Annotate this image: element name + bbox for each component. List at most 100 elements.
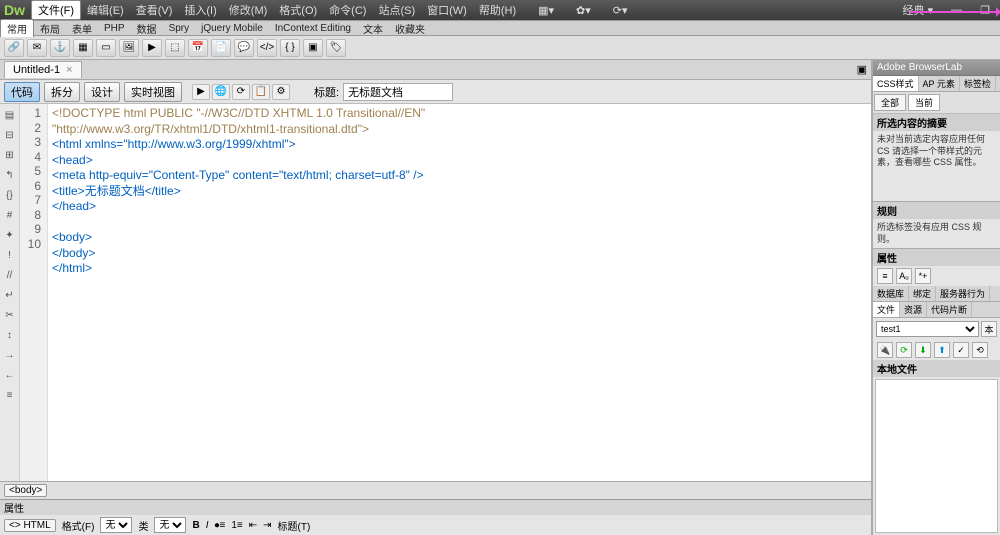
- behaviors-tab[interactable]: 服务器行为: [936, 286, 990, 301]
- media-icon[interactable]: ▶: [142, 39, 162, 57]
- checkout-icon[interactable]: ✓: [953, 342, 969, 358]
- outdent-icon[interactable]: ←: [3, 368, 17, 382]
- workspace-switcher[interactable]: 经典 ▾: [897, 1, 940, 19]
- line-numbers-icon[interactable]: #: [3, 208, 17, 222]
- hyperlink-icon[interactable]: 🔗: [4, 39, 24, 57]
- sync-files-icon[interactable]: ⟲: [972, 342, 988, 358]
- code-editor[interactable]: <!DOCTYPE html PUBLIC "-//W3C//DTD XHTML…: [48, 104, 871, 481]
- collapse-panels-icon[interactable]: ▣: [857, 63, 867, 76]
- tab-text[interactable]: 文本: [357, 20, 389, 37]
- tab-common[interactable]: 常用: [0, 19, 34, 37]
- show-category-icon[interactable]: ≡: [877, 268, 893, 284]
- browserlab-panel-header[interactable]: Adobe BrowserLab: [873, 60, 1000, 76]
- tag-selector-body[interactable]: <body>: [4, 484, 47, 497]
- apply-comment-icon[interactable]: //: [3, 268, 17, 282]
- local-view-button[interactable]: 本: [981, 321, 997, 337]
- extend-icon[interactable]: ✿▾: [570, 3, 597, 18]
- menu-file[interactable]: 文件(F): [31, 0, 81, 20]
- bindings-tab[interactable]: 绑定: [909, 286, 936, 301]
- show-set-icon[interactable]: *+: [915, 268, 931, 284]
- show-list-icon[interactable]: Aᵤ: [896, 268, 912, 284]
- close-tab-icon[interactable]: ×: [66, 64, 72, 76]
- menu-help[interactable]: 帮助(H): [473, 1, 522, 19]
- address-icon[interactable]: 📋: [252, 84, 270, 100]
- put-icon[interactable]: ⬆: [934, 342, 950, 358]
- ul-button[interactable]: ⦁≡: [214, 520, 225, 531]
- refresh-icon[interactable]: ⟳: [232, 84, 250, 100]
- email-link-icon[interactable]: ✉: [27, 39, 47, 57]
- wrap-tag-icon[interactable]: ↵: [3, 288, 17, 302]
- connect-icon[interactable]: 🔌: [877, 342, 893, 358]
- class-select[interactable]: 无: [154, 517, 186, 533]
- recent-snippets-icon[interactable]: ✂: [3, 308, 17, 322]
- menu-edit[interactable]: 编辑(E): [81, 1, 130, 19]
- outdent-button[interactable]: ⇤: [249, 520, 257, 531]
- balance-braces-icon[interactable]: {}: [3, 188, 17, 202]
- indent-button[interactable]: ⇥: [263, 520, 271, 531]
- sync-icon[interactable]: ⟳▾: [607, 3, 634, 18]
- menu-command[interactable]: 命令(C): [323, 1, 372, 19]
- italic-button[interactable]: I: [206, 520, 209, 531]
- properties-panel-header[interactable]: 属性: [0, 499, 871, 515]
- snippets-tab[interactable]: 代码片断: [927, 302, 972, 317]
- highlight-icon[interactable]: ✦: [3, 228, 17, 242]
- assets-tab[interactable]: 资源: [900, 302, 927, 317]
- menu-view[interactable]: 查看(V): [130, 1, 179, 19]
- tab-php[interactable]: PHP: [98, 22, 131, 35]
- expand-icon[interactable]: ⊞: [3, 148, 17, 162]
- menu-modify[interactable]: 修改(M): [223, 1, 274, 19]
- tab-favorites[interactable]: 收藏夹: [389, 20, 431, 37]
- file-tree[interactable]: [875, 379, 998, 533]
- script-icon[interactable]: { }: [280, 39, 300, 57]
- anchor-icon[interactable]: ⚓: [50, 39, 70, 57]
- tab-jquery[interactable]: jQuery Mobile: [195, 22, 269, 35]
- databases-tab[interactable]: 数据库: [873, 286, 909, 301]
- minimize-button[interactable]: —: [945, 3, 968, 17]
- div-icon[interactable]: ▭: [96, 39, 116, 57]
- options-icon[interactable]: ⚙: [272, 84, 290, 100]
- ol-button[interactable]: 1≡: [231, 520, 242, 531]
- get-icon[interactable]: ⬇: [915, 342, 931, 358]
- document-tab[interactable]: Untitled-1 ×: [4, 61, 82, 78]
- widget-icon[interactable]: ⬚: [165, 39, 185, 57]
- indent-icon[interactable]: →: [3, 348, 17, 362]
- css-styles-tab[interactable]: CSS样式: [873, 76, 919, 91]
- tab-data[interactable]: 数据: [131, 20, 163, 37]
- css-all-button[interactable]: 全部: [874, 94, 906, 111]
- split-view-button[interactable]: 拆分: [44, 82, 80, 102]
- bold-button[interactable]: B: [192, 520, 199, 531]
- select-parent-icon[interactable]: ↰: [3, 168, 17, 182]
- menu-site[interactable]: 站点(S): [372, 1, 421, 19]
- title-input[interactable]: [343, 83, 453, 101]
- ap-elements-tab[interactable]: AP 元素: [919, 76, 960, 91]
- live-code-icon[interactable]: ▶: [192, 84, 210, 100]
- template-icon[interactable]: ▣: [303, 39, 323, 57]
- refresh-files-icon[interactable]: ⟳: [896, 342, 912, 358]
- table-icon[interactable]: ▦: [73, 39, 93, 57]
- syntax-error-icon[interactable]: !: [3, 248, 17, 262]
- format-select[interactable]: 无: [100, 517, 132, 533]
- tab-layout[interactable]: 布局: [34, 20, 66, 37]
- tag-icon[interactable]: 🏷: [326, 39, 346, 57]
- open-docs-icon[interactable]: ▤: [3, 108, 17, 122]
- tab-incontext[interactable]: InContext Editing: [269, 22, 357, 35]
- css-current-button[interactable]: 当前: [908, 94, 940, 111]
- menu-window[interactable]: 窗口(W): [421, 1, 473, 19]
- inspect-icon[interactable]: 🌐: [212, 84, 230, 100]
- site-select[interactable]: test1: [876, 321, 979, 337]
- comment-icon[interactable]: 💬: [234, 39, 254, 57]
- html-props-button[interactable]: <> HTML: [4, 519, 56, 532]
- menu-format[interactable]: 格式(O): [273, 1, 323, 19]
- code-view-button[interactable]: 代码: [4, 82, 40, 102]
- menu-insert[interactable]: 插入(I): [178, 1, 222, 19]
- tab-forms[interactable]: 表单: [66, 20, 98, 37]
- design-view-button[interactable]: 设计: [84, 82, 120, 102]
- format-source-icon[interactable]: ≡: [3, 388, 17, 402]
- live-view-button[interactable]: 实时视图: [124, 82, 182, 102]
- collapse-selection-icon[interactable]: ⊟: [3, 128, 17, 142]
- restore-button[interactable]: ❐: [974, 3, 996, 18]
- files-tab[interactable]: 文件: [873, 302, 900, 317]
- tag-inspector-tab[interactable]: 标签检: [960, 76, 996, 91]
- date-icon[interactable]: 📅: [188, 39, 208, 57]
- tab-spry[interactable]: Spry: [163, 22, 196, 35]
